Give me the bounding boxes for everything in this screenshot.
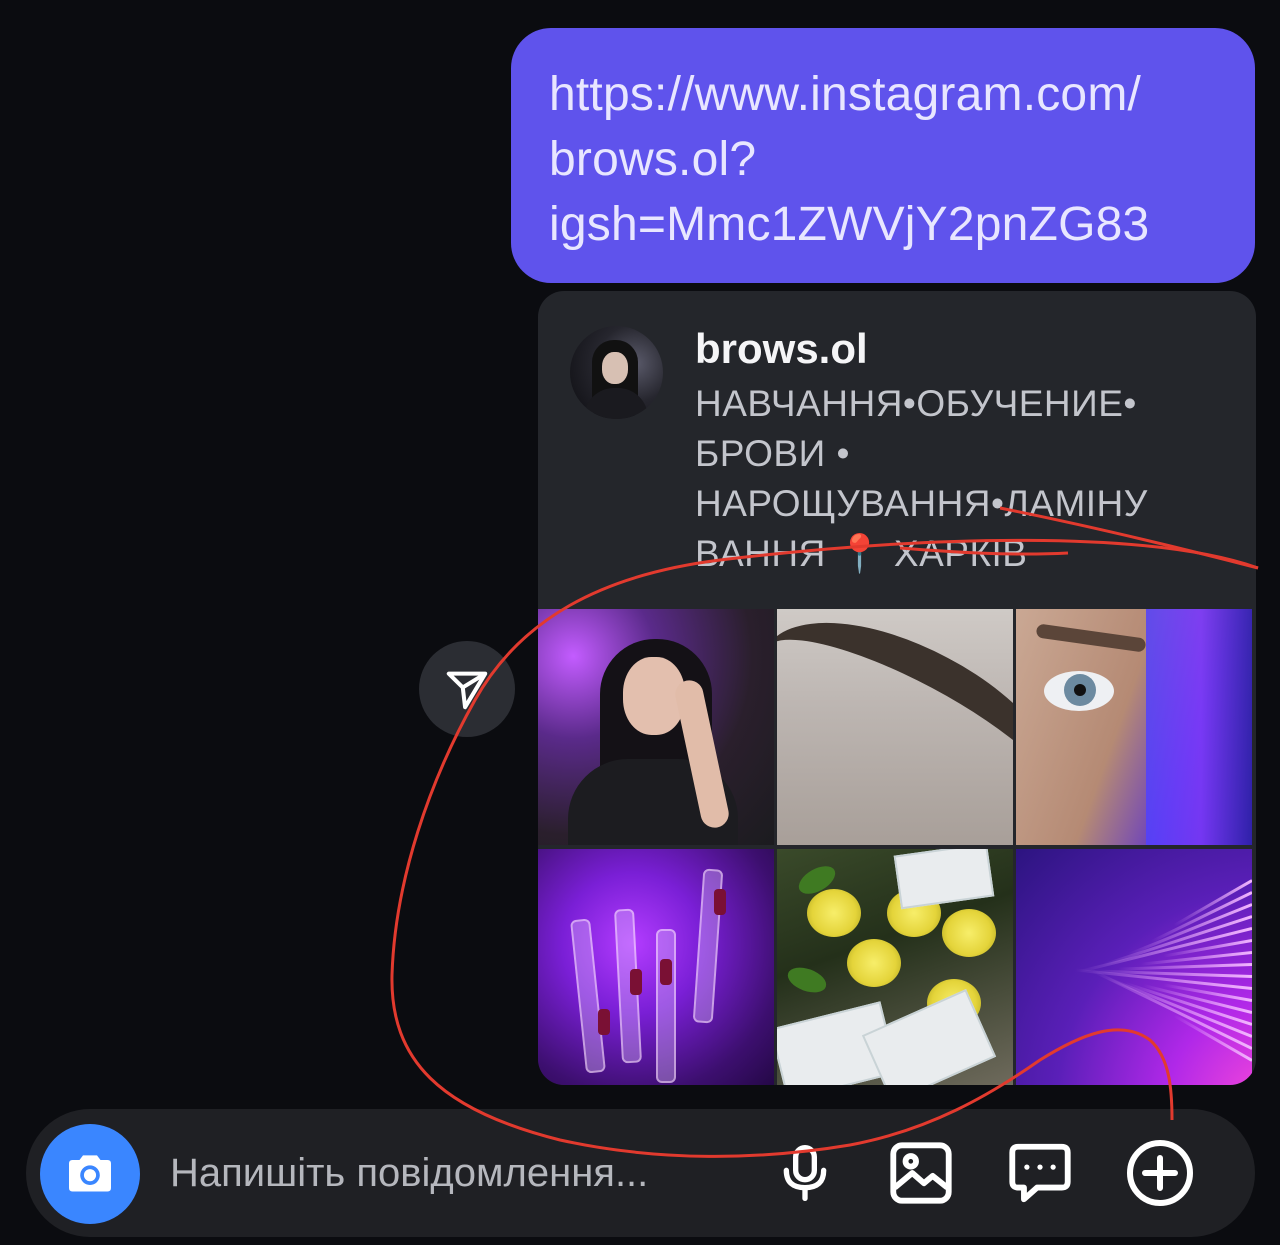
profile-bio: НАВЧАННЯ•ОБУЧЕНИЕ• БРОВИ • НАРОЩУВАННЯ•Л… [695,379,1235,579]
bio-line: ВАННЯ 📍 ХАРКІВ [695,533,1028,574]
post-thumbnail[interactable] [1016,609,1252,845]
link-line: brows.ol? [549,133,757,186]
post-thumbnail[interactable] [538,849,774,1085]
microphone-icon [783,1145,827,1201]
post-thumbnail[interactable] [777,849,1013,1085]
thumbnail-decoration [1118,963,1252,971]
post-thumbnail[interactable] [1016,849,1252,1085]
voice-button[interactable] [767,1135,843,1211]
link-line: https://www.instagram.com/ [549,68,1142,121]
sent-link-message[interactable]: https://www.instagram.com/ brows.ol? igs… [511,28,1255,283]
profile-username: brows.ol [695,325,868,372]
bio-line: НАВЧАННЯ•ОБУЧЕНИЕ• [695,383,1137,424]
sticker-chat-icon [1009,1143,1071,1203]
sticker-button[interactable] [1002,1135,1078,1211]
message-input[interactable]: Напишіть повідомлення... [170,1151,648,1196]
more-options-button[interactable] [1122,1135,1198,1211]
post-thumbnail-grid [538,609,1256,1085]
paper-plane-icon [446,671,488,710]
plus-circle-icon [1127,1140,1193,1206]
link-line: igsh=Mmc1ZWVjY2pnZG83 [549,198,1150,251]
link-text[interactable]: https://www.instagram.com/ brows.ol? igs… [549,62,1225,257]
instagram-link-preview[interactable]: brows.ol НАВЧАННЯ•ОБУЧЕНИЕ• БРОВИ • НАРО… [538,291,1256,1085]
thumbnail-decoration [1150,891,1252,943]
message-composer: Напишіть повідомлення... [26,1109,1255,1237]
avatar [570,326,663,419]
camera-icon [69,1155,111,1192]
camera-button[interactable] [40,1124,140,1224]
image-icon [890,1142,952,1204]
post-thumbnail[interactable] [777,609,1013,845]
bio-line: НАРОЩУВАННЯ•ЛАМІНУ [695,483,1148,524]
bio-line: БРОВИ • [695,433,850,474]
profile-header: brows.ol НАВЧАННЯ•ОБУЧЕНИЕ• БРОВИ • НАРО… [538,291,1256,609]
share-button[interactable] [419,641,515,737]
gallery-button[interactable] [883,1135,959,1211]
post-thumbnail[interactable] [538,609,774,845]
